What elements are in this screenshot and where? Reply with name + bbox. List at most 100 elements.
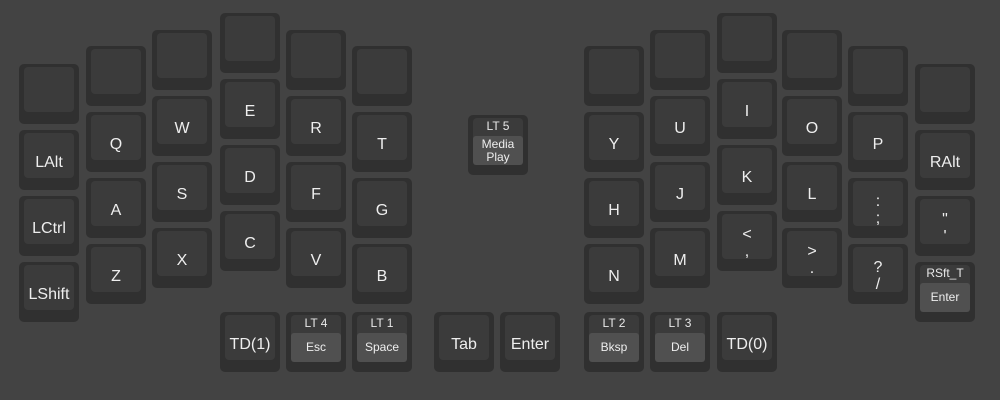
key-lt1-space[interactable]: LT 1 Space	[352, 312, 412, 372]
key-label	[19, 76, 79, 116]
key-label: Q	[109, 135, 123, 153]
key-right-middle-r1[interactable]	[717, 13, 777, 73]
key-lt3-del[interactable]: LT 3 Del	[650, 312, 710, 372]
key-ralt[interactable]: RAlt	[915, 130, 975, 190]
key-m[interactable]: M	[650, 228, 710, 288]
key-d[interactable]: D	[220, 145, 280, 205]
key-label: I	[744, 102, 750, 120]
key-td0[interactable]: TD(0)	[717, 312, 777, 372]
key-label: T	[377, 135, 387, 153]
key-o[interactable]: O	[782, 96, 842, 156]
key-k[interactable]: K	[717, 145, 777, 205]
key-label: N	[608, 267, 620, 285]
key-semicolon[interactable]: : ;	[848, 178, 908, 238]
key-hold-label: LT 5	[486, 119, 510, 133]
key-comma[interactable]: < ,	[717, 211, 777, 271]
key-tap-label: Enter	[920, 283, 970, 312]
key-f[interactable]: F	[286, 162, 346, 222]
key-label	[152, 42, 212, 82]
key-s[interactable]: S	[152, 162, 212, 222]
key-label: X	[176, 251, 188, 269]
key-hold-label: LT 3	[668, 316, 692, 330]
key-label	[717, 25, 777, 65]
key-t[interactable]: T	[352, 112, 412, 172]
key-a[interactable]: A	[86, 178, 146, 238]
key-x[interactable]: X	[152, 228, 212, 288]
key-e[interactable]: E	[220, 79, 280, 139]
key-label: D	[244, 168, 256, 186]
key-hold-label: LT 4	[304, 316, 328, 330]
key-rshift-enter[interactable]: RSft_T Enter	[915, 262, 975, 322]
key-left-pinky-r1[interactable]	[86, 46, 146, 106]
key-label: M	[673, 251, 687, 269]
key-label: : ;	[875, 193, 881, 227]
key-tap-label: Media Play	[473, 136, 523, 165]
key-label: Tab	[451, 335, 477, 353]
key-tap-label: Del	[655, 333, 705, 362]
key-label: B	[376, 267, 388, 285]
key-quote[interactable]: " '	[915, 196, 975, 256]
key-lt2-bksp[interactable]: LT 2 Bksp	[584, 312, 644, 372]
key-left-inner-r1[interactable]	[352, 46, 412, 106]
key-label: H	[608, 201, 620, 219]
key-label	[286, 42, 346, 82]
key-label: W	[174, 119, 190, 137]
key-z[interactable]: Z	[86, 244, 146, 304]
key-r[interactable]: R	[286, 96, 346, 156]
key-l[interactable]: L	[782, 162, 842, 222]
key-q[interactable]: Q	[86, 112, 146, 172]
key-right-inner-r1[interactable]	[584, 46, 644, 106]
key-j[interactable]: J	[650, 162, 710, 222]
key-left-outer-r1[interactable]	[19, 64, 79, 124]
key-label	[220, 25, 280, 65]
key-label: LCtrl	[32, 219, 66, 237]
key-lctrl[interactable]: LCtrl	[19, 196, 79, 256]
key-label: V	[310, 251, 322, 269]
key-c[interactable]: C	[220, 211, 280, 271]
key-right-index-r1[interactable]	[650, 30, 710, 90]
key-left-middle-r1[interactable]	[220, 13, 280, 73]
key-label: E	[244, 102, 256, 120]
key-i[interactable]: I	[717, 79, 777, 139]
key-left-ring-r1[interactable]	[152, 30, 212, 90]
key-label: K	[741, 168, 753, 186]
key-lt5-media-play[interactable]: LT 5 Media Play	[468, 115, 528, 175]
key-h[interactable]: H	[584, 178, 644, 238]
key-label: R	[310, 119, 322, 137]
key-label: L	[807, 185, 817, 203]
key-v[interactable]: V	[286, 228, 346, 288]
key-hold-label: LT 1	[370, 316, 394, 330]
key-n[interactable]: N	[584, 244, 644, 304]
key-lalt[interactable]: LAlt	[19, 130, 79, 190]
key-lshift[interactable]: LShift	[19, 262, 79, 322]
key-enter[interactable]: Enter	[500, 312, 560, 372]
key-label: < ,	[742, 226, 752, 260]
keyboard-layout: LAlt LCtrl LShift Q A Z W S X E D C R F …	[0, 0, 1000, 400]
key-label	[352, 58, 412, 98]
key-w[interactable]: W	[152, 96, 212, 156]
key-u[interactable]: U	[650, 96, 710, 156]
key-y[interactable]: Y	[584, 112, 644, 172]
key-right-outer-r1[interactable]	[915, 64, 975, 124]
key-g[interactable]: G	[352, 178, 412, 238]
key-tab[interactable]: Tab	[434, 312, 494, 372]
key-period[interactable]: > .	[782, 228, 842, 288]
key-label: O	[805, 119, 819, 137]
key-left-index-r1[interactable]	[286, 30, 346, 90]
key-label	[86, 58, 146, 98]
key-lt4-esc[interactable]: LT 4 Esc	[286, 312, 346, 372]
key-label	[782, 42, 842, 82]
key-p[interactable]: P	[848, 112, 908, 172]
key-right-pinky-r1[interactable]	[848, 46, 908, 106]
key-right-ring-r1[interactable]	[782, 30, 842, 90]
key-b[interactable]: B	[352, 244, 412, 304]
key-tap-label: Bksp	[589, 333, 639, 362]
key-label: G	[375, 201, 389, 219]
key-label: S	[176, 185, 188, 203]
key-td1[interactable]: TD(1)	[220, 312, 280, 372]
key-label: P	[872, 135, 884, 153]
key-label: C	[244, 234, 256, 252]
key-label	[584, 58, 644, 98]
key-hold-label: RSft_T	[926, 266, 964, 280]
key-slash[interactable]: ? /	[848, 244, 908, 304]
